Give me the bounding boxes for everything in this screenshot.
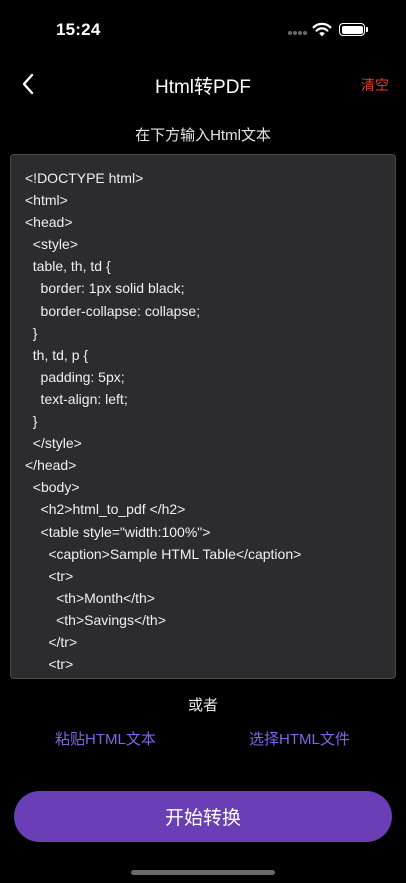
home-indicator (131, 870, 275, 875)
battery-icon (339, 23, 365, 36)
choose-html-file-button[interactable]: 选择HTML文件 (249, 728, 350, 749)
status-time: 15:24 (56, 20, 101, 39)
wifi-icon (312, 22, 332, 37)
battery-cap (366, 27, 368, 32)
status-bar: 15:24 (0, 0, 406, 60)
html-text-editor[interactable]: <!DOCTYPE html> <html> <head> <style> ta… (10, 154, 396, 679)
signal-dots-icon (288, 31, 308, 37)
clear-button[interactable]: 清空 (361, 75, 389, 95)
start-convert-label: 开始转换 (164, 808, 241, 829)
nav-bar: Html转PDF 清空 (0, 62, 406, 106)
or-label: 或者 (187, 697, 218, 714)
paste-html-button[interactable]: 粘贴HTML文本 (55, 728, 156, 749)
editor-hint: 在下方输入Html文本 (135, 127, 271, 144)
start-convert-button[interactable]: 开始转换 (14, 791, 392, 842)
page-title: Html转PDF (154, 77, 252, 98)
